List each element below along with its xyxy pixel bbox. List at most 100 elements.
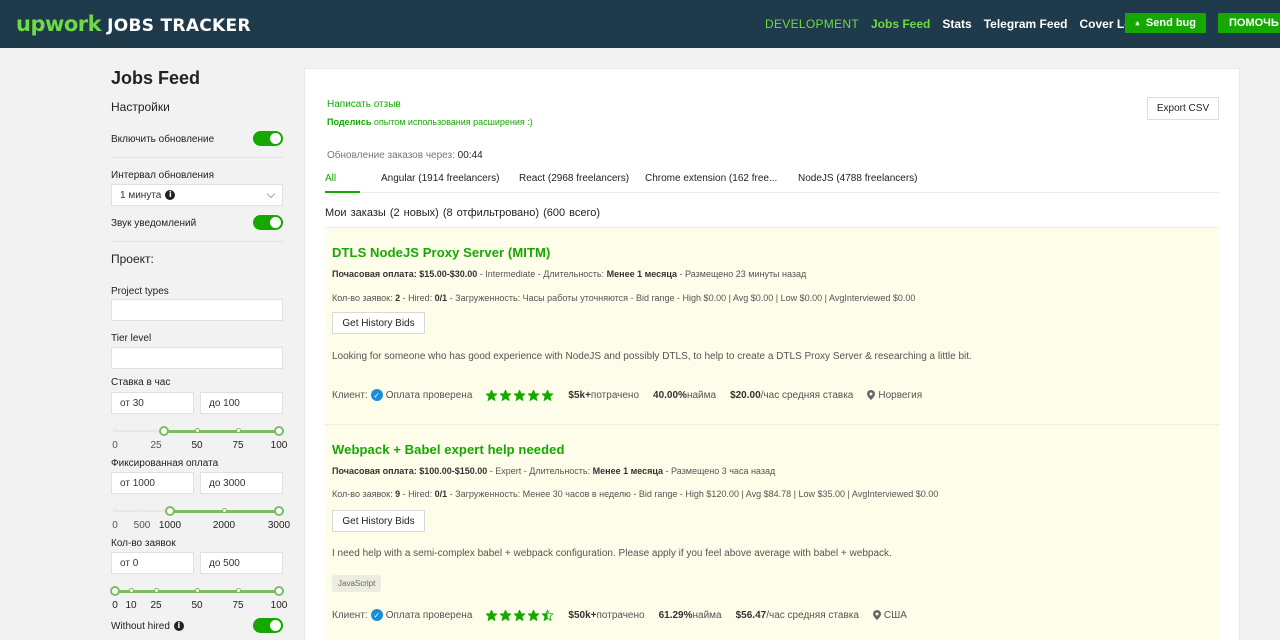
share-experience-link[interactable]: Поделись опытом использования расширения… (327, 117, 533, 127)
client-label: Клиент: (332, 389, 368, 401)
fixed-to-value: до 3000 (209, 477, 246, 489)
slider-tick-label: 1000 (158, 520, 182, 531)
location-pin-icon (867, 390, 876, 400)
app-logo[interactable]: upwork JOBS TRACKER (16, 12, 251, 36)
tab-chrome-extension[interactable]: Chrome extension (162 free... (645, 173, 777, 184)
job-description: Looking for someone who has good experie… (332, 351, 972, 362)
client-avg-label: /час средняя ставка (766, 609, 859, 621)
job-pay-rest: - Intermediate - Длительность: (477, 269, 607, 279)
slider-tick-label: 0 (112, 440, 118, 451)
fixed-price-slider[interactable] (113, 503, 284, 519)
job-details-rest: - Загруженность: Часы работы уточняются … (447, 293, 916, 303)
slider-handle[interactable] (274, 586, 284, 596)
proposals-to-value: до 500 (209, 557, 240, 569)
skill-tag[interactable]: JavaScript (332, 575, 382, 592)
job-title[interactable]: Webpack + Babel expert help needed (332, 442, 565, 457)
slider-step-dot (154, 588, 159, 593)
help-button[interactable]: ПОМОЧЬ А (1218, 13, 1280, 33)
client-avg-rate: $20.00 (730, 389, 761, 401)
hourly-rate-slider[interactable] (113, 423, 284, 439)
update-label: Обновление заказов через: (327, 150, 458, 161)
fixed-from-input[interactable]: от 1000 (111, 472, 194, 494)
slider-step-dot (113, 509, 117, 513)
slider-tick-label: 25 (150, 600, 162, 611)
tier-level-input[interactable] (111, 347, 283, 369)
slider-range-fill (164, 430, 279, 433)
slider-tick-label: 25 (150, 440, 162, 451)
slider-handle[interactable] (165, 506, 175, 516)
proposals-from-input[interactable]: от 0 (111, 552, 194, 574)
orders-summary: Мои заказы (2 новых) (8 отфильтровано) (… (325, 207, 601, 219)
hired-label: - Hired: (400, 489, 435, 499)
enable-update-label: Включить обновление (111, 134, 215, 145)
client-info: Клиент: ✓ Оплата проверена $50k+ потраче… (332, 608, 907, 622)
tab-react[interactable]: React (2968 freelancers) (519, 173, 629, 184)
nav-development[interactable]: DEVELOPMENT (765, 17, 859, 31)
nav-jobs-feed[interactable]: Jobs Feed (871, 17, 930, 31)
slider-handle[interactable] (110, 586, 120, 596)
sound-toggle[interactable] (253, 215, 283, 230)
client-hire-label: найма (686, 389, 717, 401)
nav-telegram-feed[interactable]: Telegram Feed (984, 17, 1068, 31)
client-country: Норвегия (878, 389, 923, 401)
tab-angular[interactable]: Angular (1914 freelancers) (381, 173, 499, 184)
info-icon: i (165, 190, 176, 200)
write-review-link[interactable]: Написать отзыв (327, 99, 401, 110)
help-label: ПОМОЧЬ А (1229, 17, 1280, 29)
slider-step-dot (129, 588, 134, 593)
tab-all[interactable]: All (325, 173, 336, 184)
proposals-slider[interactable] (110, 583, 284, 599)
share-bold: Поделись (327, 117, 372, 127)
job-posted: - Размещено 23 минуты назад (677, 269, 807, 279)
sound-label: Звук уведомлений (111, 218, 197, 229)
rating-stars (486, 389, 556, 401)
tab-nodejs[interactable]: NodeJS (4788 freelancers) (798, 173, 918, 184)
proposals-to-input[interactable]: до 500 (200, 552, 283, 574)
client-info: Клиент: ✓ Оплата проверена $5k+ потрачен… (332, 388, 922, 402)
nav-stats[interactable]: Stats (942, 17, 971, 31)
proposals-ticks: 0 10 25 50 75 100 (111, 600, 287, 612)
client-avg-label: /час средняя ставка (760, 389, 854, 401)
fixed-to-input[interactable]: до 3000 (200, 472, 283, 494)
slider-tick-label: 50 (191, 600, 203, 611)
proposals-label: Кол-во заявок: (332, 293, 396, 303)
slider-tick-label: 50 (191, 440, 203, 451)
job-title[interactable]: DTLS NodeJS Proxy Server (MITM) (332, 245, 550, 260)
job-duration: Менее 1 месяца (606, 269, 678, 279)
top-navbar: upwork JOBS TRACKER DEVELOPMENT Jobs Fee… (0, 0, 1280, 48)
without-hired-toggle[interactable] (253, 618, 283, 633)
active-tab-indicator (325, 191, 360, 193)
hired-count: 0/1 (434, 293, 448, 303)
star-icon (528, 389, 540, 401)
export-csv-button[interactable]: Export CSV (1147, 97, 1219, 120)
client-spent: $50k+ (568, 609, 597, 621)
get-history-bids-button[interactable]: Get History Bids (332, 312, 425, 334)
job-pay-rest: - Expert - Длительность: (487, 466, 593, 476)
hourly-rate-label: Ставка в час (111, 377, 171, 388)
interval-value: 1 минута (120, 189, 162, 201)
star-icon (514, 609, 526, 621)
slider-handle[interactable] (274, 506, 284, 516)
payment-verified: Оплата проверена (385, 389, 473, 401)
slider-handle[interactable] (274, 426, 284, 436)
slider-step-dot (195, 428, 200, 433)
enable-update-toggle[interactable] (253, 131, 283, 146)
proposals-label: Кол-во заявок: (332, 489, 396, 499)
star-icon (486, 609, 498, 621)
star-icon (542, 609, 554, 621)
get-history-bids-button[interactable]: Get History Bids (332, 510, 425, 532)
hourly-to-input[interactable]: до 100 (200, 392, 283, 414)
send-bug-button[interactable]: Send bug (1125, 13, 1206, 33)
verified-check-icon: ✓ (370, 389, 383, 401)
interval-label: Интервал обновления (111, 170, 215, 181)
star-icon (542, 389, 554, 401)
interval-select[interactable]: 1 минута i (111, 184, 283, 206)
project-types-label: Project types (111, 286, 169, 297)
project-types-input[interactable] (111, 299, 283, 321)
slider-tick-label: 2000 (212, 520, 236, 531)
fixed-from-value: от 1000 (120, 477, 155, 489)
slider-handle[interactable] (159, 426, 170, 436)
job-pay: Почасовая оплата: $15.00-$30.00 (332, 269, 478, 279)
slider-tick-label: 75 (232, 600, 244, 611)
hourly-from-input[interactable]: от 30 (111, 392, 194, 414)
